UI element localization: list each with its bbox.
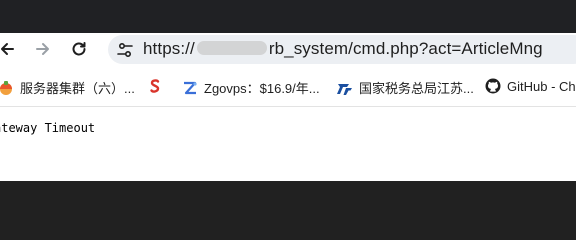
error-message: ateway Timeout — [0, 121, 96, 135]
bookmark-item[interactable]: GitHub - Ch — [485, 78, 576, 94]
bookmark-item[interactable] — [147, 78, 169, 94]
bookmark-item[interactable]: Zgovps：$16.9/年... — [182, 78, 320, 97]
window-bottom-area — [0, 181, 576, 232]
address-bar[interactable]: https:// rb_system/cmd.php?act=ArticleMng — [108, 35, 576, 64]
url-text[interactable]: https:// rb_system/cmd.php?act=ArticleMng — [143, 39, 543, 59]
bookmark-label: 国家税务总局江苏... — [359, 81, 474, 96]
bookmark-label: 服务器集群（六）... — [20, 81, 135, 96]
reload-icon[interactable] — [68, 38, 90, 60]
page-content: ateway Timeout — [0, 107, 576, 181]
browser-toolbar: https:// rb_system/cmd.php?act=ArticleMng — [0, 33, 576, 66]
bookmarks-bar: 服务器集群（六）... Zgovps：$16.9/年... 国家税务总局江苏..… — [0, 66, 576, 107]
back-arrow-icon[interactable] — [0, 38, 18, 60]
url-suffix: rb_system/cmd.php?act=ArticleMng — [268, 39, 543, 58]
window-top-strip — [0, 0, 576, 33]
github-icon — [485, 78, 501, 94]
bookmark-label: Zgovps：$16.9/年... — [204, 81, 320, 96]
bookmark-item[interactable]: 国家税务总局江苏... — [337, 78, 474, 97]
red-s-logo-icon — [147, 78, 163, 94]
forward-arrow-icon[interactable] — [32, 38, 54, 60]
url-redacted-host — [196, 41, 267, 55]
site-settings-icon[interactable] — [116, 41, 134, 59]
bookmark-item[interactable]: 服务器集群（六）... — [0, 78, 135, 97]
url-prefix: https:// — [143, 39, 195, 58]
tax-bureau-icon — [337, 80, 353, 96]
zgovps-icon — [182, 80, 198, 96]
bookmark-label: GitHub - Ch — [507, 78, 576, 94]
server-cluster-icon — [0, 80, 14, 96]
